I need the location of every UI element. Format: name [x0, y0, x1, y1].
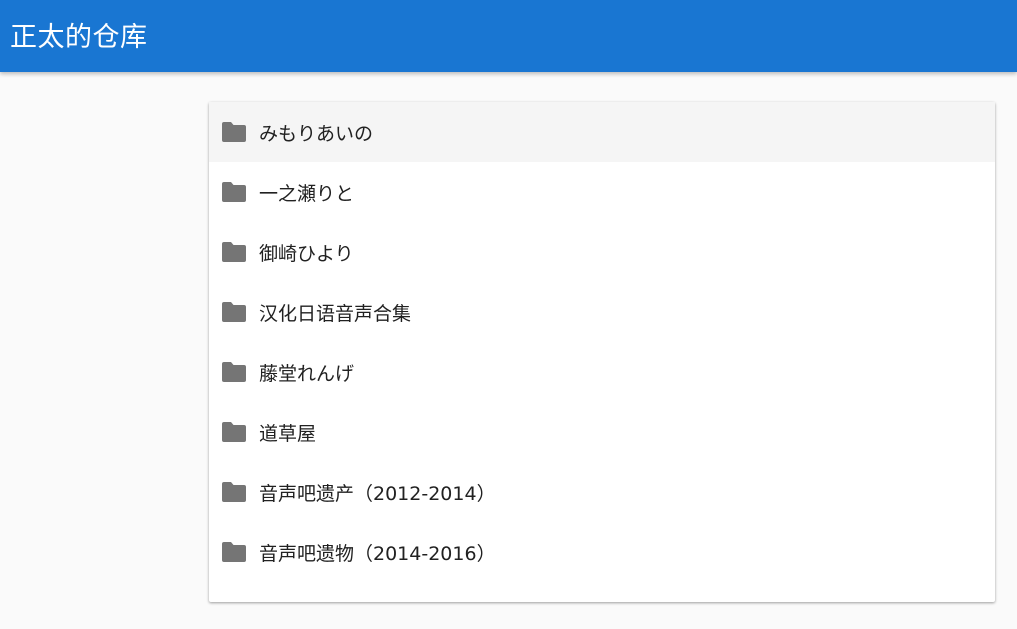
folder-item[interactable]: 一之瀬りと: [209, 162, 995, 222]
folder-label: 藤堂れんげ: [259, 362, 355, 385]
folder-label: 道草屋: [259, 422, 317, 445]
folder-label: 音声吧遗产（2012-2014）: [259, 482, 496, 505]
folder-icon: [221, 361, 247, 383]
folder-icon: [221, 121, 247, 143]
folder-label: 一之瀬りと: [259, 182, 355, 205]
folder-icon: [221, 481, 247, 503]
folder-item[interactable]: みもりあいの: [209, 102, 995, 162]
folder-label: 御崎ひより: [259, 242, 354, 265]
app-title[interactable]: 正太的仓库: [10, 15, 148, 54]
folder-icon: [221, 241, 247, 263]
folder-item[interactable]: 藤堂れんげ: [209, 342, 995, 402]
folder-list: みもりあいの 一之瀬りと 御崎ひより 汉化日语音声合集 藤堂れんげ 道草屋 音声…: [209, 102, 995, 582]
folder-label: みもりあいの: [259, 122, 374, 145]
folder-item[interactable]: 音声吧遗产（2012-2014）: [209, 462, 995, 522]
folder-icon: [221, 541, 247, 563]
folder-item[interactable]: 音声吧遗物（2014-2016）: [209, 522, 995, 582]
folder-icon: [221, 301, 247, 323]
folder-label: 汉化日语音声合集: [259, 302, 412, 325]
folder-label: 音声吧遗物（2014-2016）: [259, 542, 496, 565]
folder-item[interactable]: 御崎ひより: [209, 222, 995, 282]
folder-item[interactable]: 道草屋: [209, 402, 995, 462]
folder-icon: [221, 181, 247, 203]
folder-icon: [221, 421, 247, 443]
app-bar: 正太的仓库: [0, 0, 1017, 72]
folder-item[interactable]: 汉化日语音声合集: [209, 282, 995, 342]
folder-list-card: みもりあいの 一之瀬りと 御崎ひより 汉化日语音声合集 藤堂れんげ 道草屋 音声…: [209, 102, 995, 602]
